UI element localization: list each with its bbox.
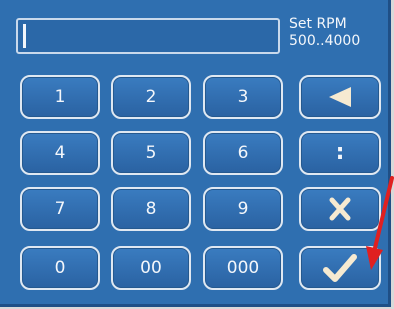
- rpm-input-field[interactable]: [16, 18, 280, 54]
- key-label: 1: [54, 87, 66, 107]
- key-label: 00: [140, 258, 162, 278]
- colon-button[interactable]: :: [299, 131, 381, 175]
- key-label: 2: [145, 87, 157, 107]
- key-8[interactable]: 8: [111, 187, 191, 231]
- key-000[interactable]: 000: [203, 246, 283, 290]
- key-label: 4: [54, 143, 66, 163]
- key-1[interactable]: 1: [20, 75, 100, 119]
- key-label: 000: [226, 258, 260, 278]
- key-label: 5: [145, 143, 157, 163]
- key-label: 6: [237, 143, 249, 163]
- checkmark-icon: [323, 254, 357, 282]
- key-5[interactable]: 5: [111, 131, 191, 175]
- prompt-range: 500..4000: [289, 33, 361, 49]
- key-00[interactable]: 00: [111, 246, 191, 290]
- key-0[interactable]: 0: [20, 246, 100, 290]
- colon-label: :: [335, 140, 345, 165]
- confirm-button[interactable]: [299, 246, 381, 290]
- key-4[interactable]: 4: [20, 131, 100, 175]
- text-cursor: [23, 24, 26, 48]
- input-prompt: Set RPM 500..4000: [289, 16, 360, 50]
- key-label: 9: [237, 199, 249, 219]
- keypad-panel: Set RPM 500..4000 1 2 3 4 5 6 : 7 8 9 0 …: [0, 0, 391, 307]
- key-label: 8: [145, 199, 157, 219]
- key-label: 3: [237, 87, 249, 107]
- key-label: 0: [54, 258, 66, 278]
- key-7[interactable]: 7: [20, 187, 100, 231]
- key-6[interactable]: 6: [203, 131, 283, 175]
- key-9[interactable]: 9: [203, 187, 283, 231]
- cancel-button[interactable]: [299, 187, 381, 231]
- backspace-button[interactable]: [299, 75, 381, 119]
- left-triangle-icon: [329, 87, 351, 107]
- key-label: 7: [54, 199, 66, 219]
- x-icon: [329, 197, 351, 221]
- key-3[interactable]: 3: [203, 75, 283, 119]
- key-2[interactable]: 2: [111, 75, 191, 119]
- prompt-title: Set RPM: [289, 16, 347, 32]
